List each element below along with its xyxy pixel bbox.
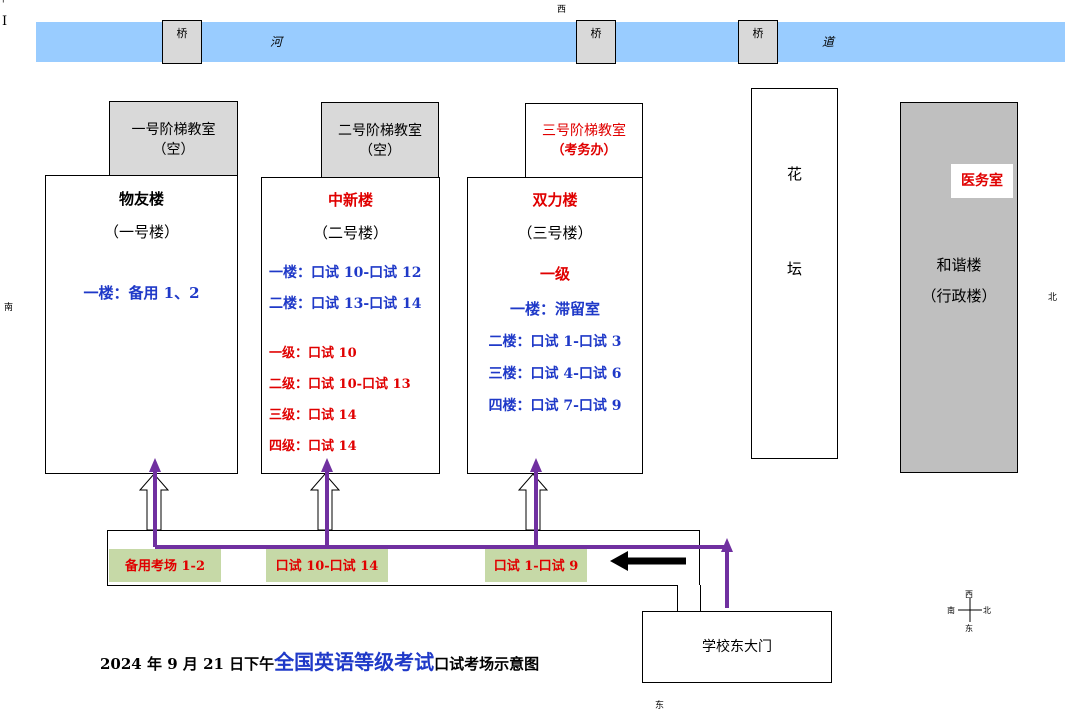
route-arrowhead-1 [149, 458, 161, 472]
route-path [153, 468, 729, 608]
route-arrowhead-2 [321, 458, 333, 472]
mini-compass-right: 北 [983, 606, 991, 615]
route-arrowhead-3 [530, 458, 542, 472]
east-gate: 学校东大门 [642, 611, 832, 683]
title-suffix: 口试考场示意图 [434, 655, 540, 673]
mini-compass-left: 南 [947, 606, 955, 615]
page-title: 2024 年 9 月 21 日下午全国英语等级考试口试考场示意图 [100, 646, 539, 675]
title-exam: 全国英语等级考试 [274, 650, 435, 674]
hollow-arrow-3 [517, 473, 549, 531]
mini-compass-bottom: 东 [965, 624, 973, 633]
title-date: 2024 年 9 月 21 日下午 [100, 655, 275, 673]
black-arrow-head [610, 551, 628, 571]
mini-compass-top: 西 [965, 590, 973, 599]
route-overlay [138, 458, 982, 622]
